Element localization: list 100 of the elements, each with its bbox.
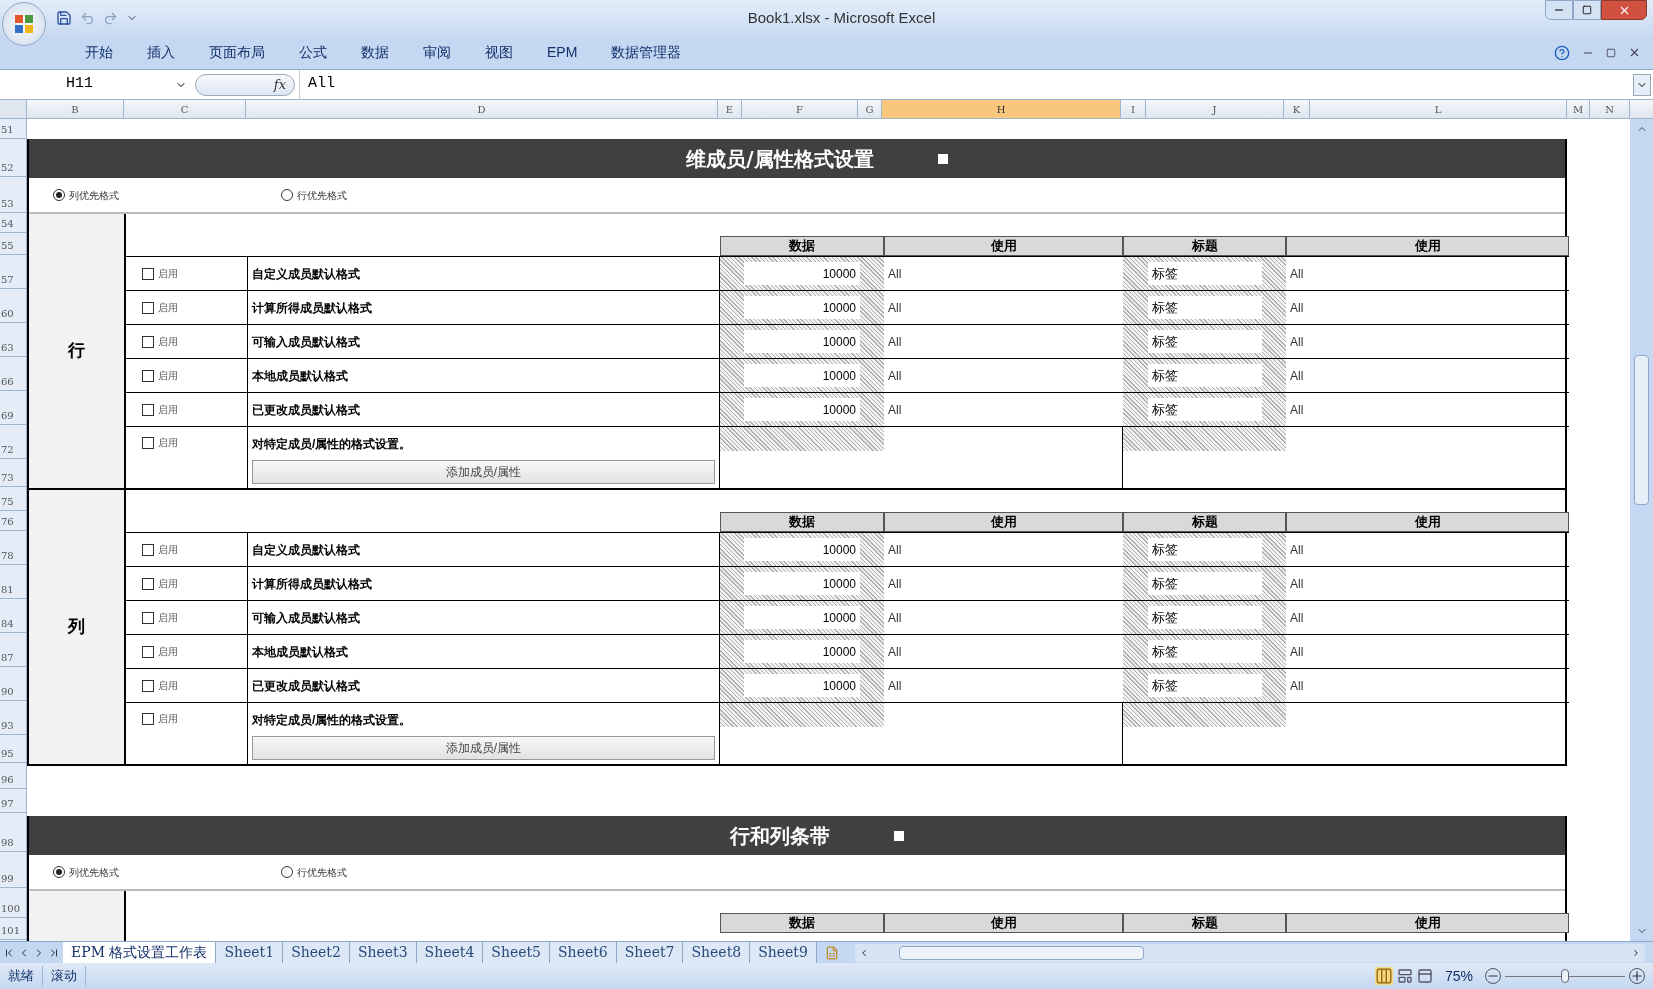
page-layout-icon[interactable] <box>1396 968 1413 984</box>
data-sample-field[interactable]: 10000 <box>744 398 860 421</box>
checkbox[interactable] <box>142 335 154 348</box>
radio-button[interactable] <box>53 866 65 878</box>
row-number[interactable]: 90 <box>0 667 26 701</box>
column-header[interactable]: M <box>1567 100 1590 118</box>
help-icon[interactable] <box>1554 44 1570 61</box>
checkbox[interactable] <box>142 645 154 658</box>
title-sample-field[interactable]: 标签 <box>1148 538 1262 561</box>
data-sample-field[interactable]: 10000 <box>744 606 860 629</box>
data-sample-field[interactable]: 10000 <box>744 296 860 319</box>
data-sample-field[interactable]: 10000 <box>744 674 860 697</box>
ribbon-tab[interactable]: 审阅 <box>406 42 468 63</box>
row-number[interactable]: 66 <box>0 357 26 391</box>
data-sample-field[interactable]: 10000 <box>744 262 860 285</box>
sheet-tab[interactable]: Sheet7 <box>616 942 684 963</box>
row-number[interactable]: 78 <box>0 531 26 565</box>
name-box[interactable]: H11 <box>0 70 175 99</box>
column-header[interactable]: E <box>718 100 742 118</box>
scrollbar-thumb[interactable] <box>1634 355 1649 505</box>
checkbox[interactable] <box>142 436 154 449</box>
checkbox[interactable] <box>142 301 154 314</box>
data-sample-field[interactable]: 10000 <box>744 364 860 387</box>
row-number[interactable]: 99 <box>0 852 26 888</box>
column-header[interactable]: I <box>1121 100 1146 118</box>
row-number[interactable]: 60 <box>0 289 26 323</box>
column-header[interactable]: L <box>1310 100 1567 118</box>
row-number[interactable]: 98 <box>0 813 26 852</box>
row-number[interactable]: 87 <box>0 633 26 667</box>
sheet-tab[interactable]: Sheet6 <box>550 942 617 963</box>
row-number[interactable]: 51 <box>0 119 26 139</box>
row-number[interactable]: 81 <box>0 565 26 599</box>
close-button[interactable] <box>1601 0 1647 20</box>
checkbox[interactable] <box>142 543 154 556</box>
title-sample-field[interactable]: 标签 <box>1148 398 1262 421</box>
ribbon-tab[interactable]: EPM <box>530 42 595 63</box>
ribbon-tab[interactable]: 数据 <box>344 42 406 63</box>
row-number[interactable]: 84 <box>0 599 26 633</box>
title-sample-field[interactable]: 标签 <box>1148 296 1262 319</box>
ribbon-tab[interactable]: 视图 <box>468 42 530 63</box>
column-header[interactable]: K <box>1284 100 1310 118</box>
data-sample-field[interactable]: 10000 <box>744 330 860 353</box>
row-number[interactable]: 52 <box>0 139 26 177</box>
row-number[interactable]: 72 <box>0 425 26 459</box>
row-number[interactable]: 75 <box>0 487 26 511</box>
row-number[interactable]: 53 <box>0 177 26 213</box>
row-number[interactable]: 101 <box>0 918 26 940</box>
ribbon-tab[interactable]: 开始 <box>68 42 130 63</box>
sheet-tab[interactable]: Sheet2 <box>283 942 350 963</box>
column-header[interactable]: F <box>742 100 858 118</box>
column-header[interactable]: J <box>1146 100 1284 118</box>
title-sample-field[interactable]: 标签 <box>1148 674 1262 697</box>
zoom-in-icon[interactable] <box>1629 968 1645 984</box>
radio-button[interactable] <box>281 866 293 878</box>
column-header[interactable]: B <box>27 100 124 118</box>
radio-button[interactable] <box>281 189 293 201</box>
checkbox[interactable] <box>142 611 154 624</box>
row-number[interactable]: 93 <box>0 701 26 735</box>
save-icon[interactable] <box>56 10 72 26</box>
first-sheet-icon[interactable] <box>3 946 15 959</box>
zoom-percent[interactable]: 75% <box>1444 965 1473 987</box>
row-number[interactable]: 54 <box>0 213 26 233</box>
add-member-button[interactable]: 添加成员/属性 <box>252 736 715 760</box>
row-number[interactable]: 95 <box>0 735 26 763</box>
restore-icon[interactable] <box>1606 47 1616 58</box>
checkbox[interactable] <box>142 267 154 280</box>
title-sample-field[interactable]: 标签 <box>1148 330 1262 353</box>
row-number[interactable]: 96 <box>0 763 26 789</box>
restore-button[interactable] <box>1573 0 1601 20</box>
scroll-right-icon[interactable] <box>1631 947 1641 958</box>
title-sample-field[interactable]: 标签 <box>1148 640 1262 663</box>
ribbon-tab[interactable]: 公式 <box>282 42 344 63</box>
sheet-tab[interactable]: Sheet8 <box>683 942 751 963</box>
checkbox[interactable] <box>142 369 154 382</box>
last-sheet-icon[interactable] <box>48 946 60 959</box>
vertical-scrollbar[interactable] <box>1630 119 1653 941</box>
row-number[interactable]: 100 <box>0 888 26 918</box>
scrollbar-thumb[interactable] <box>898 945 1144 960</box>
data-sample-field[interactable]: 10000 <box>744 538 860 561</box>
radio-button[interactable] <box>53 189 65 201</box>
horizontal-scrollbar[interactable] <box>854 943 1645 962</box>
row-number[interactable]: 55 <box>0 233 26 255</box>
data-sample-field[interactable]: 10000 <box>744 640 860 663</box>
ribbon-tab[interactable]: 数据管理器 <box>594 42 699 63</box>
checkbox[interactable] <box>142 712 154 725</box>
title-sample-field[interactable]: 标签 <box>1148 572 1262 595</box>
sheet-tab[interactable]: Sheet4 <box>416 942 484 963</box>
expand-formula-button[interactable] <box>1633 73 1651 96</box>
ribbon-tab[interactable]: 插入 <box>130 42 192 63</box>
office-button[interactable] <box>2 2 46 46</box>
row-number[interactable]: 63 <box>0 323 26 357</box>
sheet-tab[interactable]: Sheet1 <box>216 942 284 963</box>
page-break-icon[interactable] <box>1416 968 1433 984</box>
title-sample-field[interactable]: 标签 <box>1148 606 1262 629</box>
zoom-thumb[interactable] <box>1561 969 1569 983</box>
column-header[interactable]: D <box>246 100 718 118</box>
row-number[interactable]: 69 <box>0 391 26 425</box>
row-number[interactable]: 57 <box>0 255 26 289</box>
checkbox[interactable] <box>142 403 154 416</box>
column-header[interactable]: N <box>1590 100 1630 118</box>
